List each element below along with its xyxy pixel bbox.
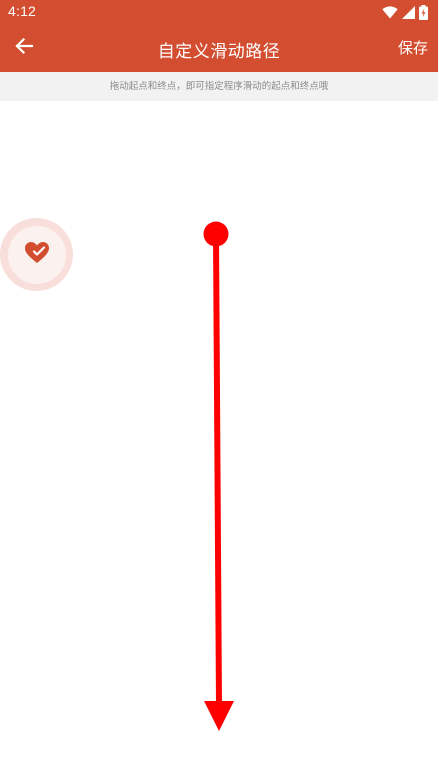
status-icons [382,4,428,20]
floating-heart-button[interactable] [0,218,73,291]
signal-icon [402,5,415,19]
page-title: 自定义滑动路径 [157,42,281,62]
battery-icon [419,4,428,20]
status-bar: 4:12 [0,0,438,24]
heart-check-icon [24,241,50,269]
save-button[interactable]: 保存 [398,37,428,58]
status-time: 4:12 [8,3,37,19]
floating-button-inner [7,225,66,284]
swipe-canvas [0,101,438,779]
app-bar: 自定义滑动路径 保存 [0,24,438,72]
hint-bar: 拖动起点和终点，即可指定程序滑动的起点和终点哦 [0,72,438,101]
screen: 4:12 自定义滑动路径 保存 拖动起点和终点，即可指定程序滑动的起点和终点哦 [0,0,438,779]
hint-text: 拖动起点和终点，即可指定程序滑动的起点和终点哦 [109,81,329,92]
wifi-icon [382,5,398,19]
start-point-handle[interactable] [203,221,229,247]
